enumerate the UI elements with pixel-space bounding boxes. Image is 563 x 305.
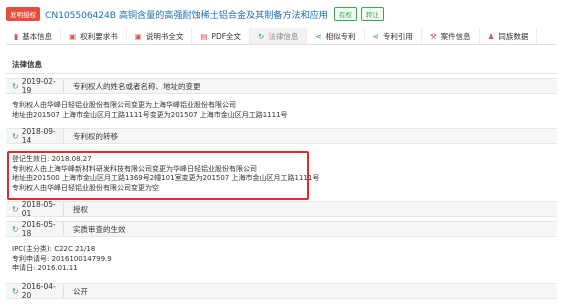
- tab-case-info[interactable]: ⚒ 案件信息: [422, 28, 480, 44]
- tab-family-data[interactable]: ♟ 同族数据: [480, 28, 538, 44]
- section-title: 法律信息: [6, 52, 557, 74]
- tab-basic-info[interactable]: ▮ 基本信息: [6, 28, 62, 44]
- event-type: 实质审查的生效: [73, 224, 126, 234]
- event-date: 2018-09-14: [21, 127, 56, 145]
- share-icon: ⋖: [315, 31, 322, 41]
- event-date: 2016-04-20: [21, 282, 56, 300]
- pdf-icon: ▤: [200, 31, 208, 41]
- tab-bar: ▮ 基本信息 ▣ 权利要求书 ▣ 说明书全文 ▤ PDF全文 ↻ 法律信息 ⋖ 相似专利 ⋖…: [6, 28, 557, 45]
- refresh-icon: ↻: [12, 81, 19, 91]
- patent-header: 发明授权 CN105506424B 高铜含量的高强耐蚀稀土铝合金及其制备方法和应…: [6, 6, 557, 22]
- tab-pdf[interactable]: ▤ PDF全文: [192, 28, 251, 44]
- legal-event-row: ↻ 2016-04-20 公开: [6, 282, 557, 300]
- event-type: 授权: [73, 204, 88, 214]
- legal-event-row: ↻ 2016-05-18 实质审查的生效: [6, 220, 557, 238]
- refresh-icon: ↻: [12, 131, 19, 141]
- event-detail: IPC(主分类): C22C 21/18 专利申请号: 201610014799…: [12, 245, 112, 273]
- refresh-icon: ↻: [258, 31, 265, 41]
- legal-event-row: ↻ 2018-09-14 专利权的转移: [6, 127, 557, 145]
- tab-citations[interactable]: ⋖ 专利引用: [365, 28, 422, 44]
- event-type: 专利权人的姓名或者名称、地址的变更: [73, 81, 201, 91]
- tab-claims[interactable]: ▣ 权利要求书: [61, 28, 127, 44]
- share-icon: ⋖: [372, 31, 379, 41]
- bookmark-icon: ▮: [14, 31, 19, 41]
- event-type: 公开: [73, 286, 88, 296]
- event-date: 2019-02-19: [21, 77, 56, 95]
- status-tag-valid: 有权: [333, 7, 357, 21]
- grant-type-badge: 发明授权: [6, 7, 40, 21]
- legal-event-row: ↻ 2019-02-19 专利权人的姓名或者名称、地址的变更: [6, 77, 557, 95]
- document-icon: ▣: [69, 31, 77, 41]
- event-type: 专利权的转移: [73, 131, 118, 141]
- patent-title: CN105506424B 高铜含量的高强耐蚀稀土铝合金及其制备方法和应用: [45, 10, 328, 21]
- gavel-icon: ⚒: [429, 31, 437, 41]
- family-icon: ♟: [487, 31, 495, 41]
- event-date: 2016-05-18: [21, 220, 56, 238]
- tab-description[interactable]: ▣ 说明书全文: [127, 28, 193, 44]
- event-detail: 专利权人由华峰日轻铝业股份有限公司变更为上海华峰铝业股份有限公司 地址由2015…: [12, 101, 288, 119]
- tab-legal-info[interactable]: ↻ 法律信息: [250, 28, 308, 44]
- legal-event-row: ↻ 2018-05-01 授权: [6, 200, 557, 218]
- document-icon: ▣: [134, 31, 142, 41]
- refresh-icon: ↻: [12, 224, 19, 234]
- refresh-icon: ↻: [12, 286, 19, 296]
- event-date: 2018-05-01: [21, 200, 56, 218]
- event-detail: 登记生效日: 2018.08.27 专利权人由上海华峰新材料研发科技有限公司变更…: [12, 155, 320, 192]
- status-tag-transfer: 转让: [360, 7, 384, 21]
- refresh-icon: ↻: [12, 204, 19, 214]
- tab-similar-patents[interactable]: ⋖ 相似专利: [307, 28, 365, 44]
